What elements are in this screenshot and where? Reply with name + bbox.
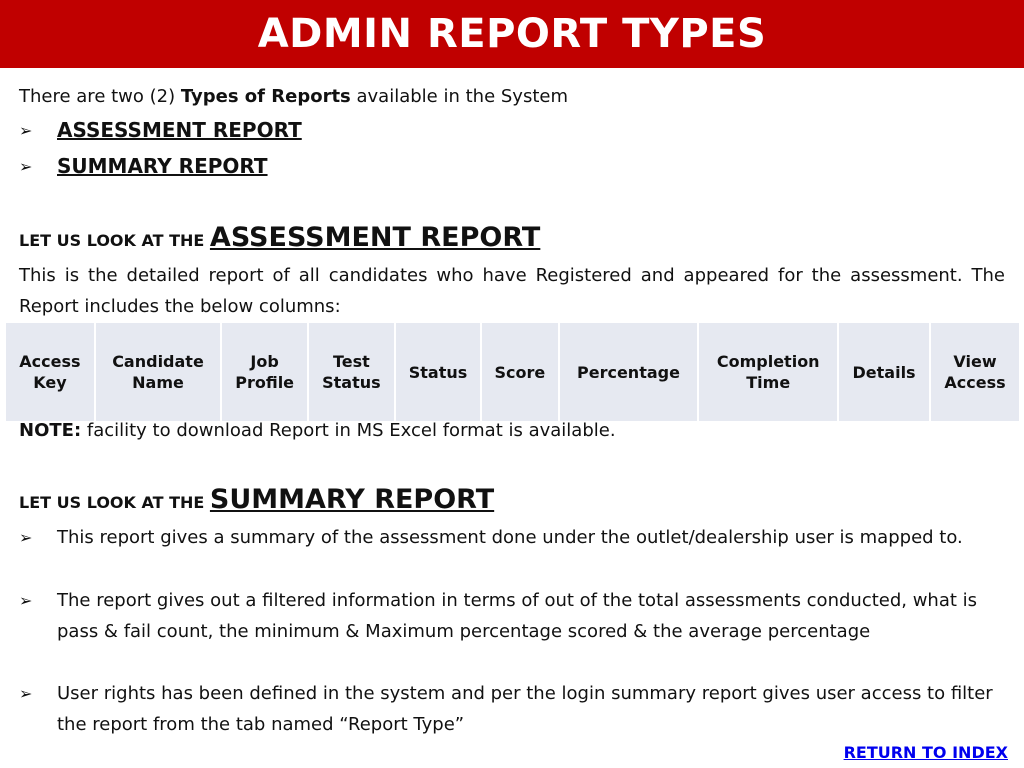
- note-label: NOTE:: [19, 420, 82, 441]
- assessment-description: This is the detailed report of all candi…: [19, 265, 1005, 317]
- note-text: facility to download Report in MS Excel …: [81, 420, 616, 441]
- return-to-index-link[interactable]: RETURN TO INDEX: [844, 743, 1008, 762]
- column-header-cell: Completion Time: [699, 323, 838, 421]
- summary-bullet: The report gives out a filtered informat…: [57, 590, 978, 642]
- columns-row: Access Key Candidate Name Job Profile Test Stat…: [6, 323, 1019, 421]
- column-header-text: Status: [408, 362, 468, 382]
- column-header-cell: Percentage: [559, 323, 698, 421]
- arrow-bullet-icon: ➢: [19, 528, 33, 547]
- column-header-text: Details: [852, 362, 916, 382]
- report-columns-table: Access Key Candidate Name Job Profile Test Stat…: [4, 323, 1021, 421]
- summary-bullet: User rights has been defined in the syst…: [57, 683, 993, 735]
- column-header-text: Status: [322, 373, 381, 392]
- column-header-cell: Score: [482, 323, 558, 421]
- column-header-cell: Status: [395, 323, 481, 421]
- assessment-title: ASSESSMENT REPORT: [209, 222, 541, 253]
- column-header-text: Time: [746, 373, 791, 392]
- arrow-bullet-icon: ➢: [19, 684, 33, 703]
- note: NOTE: facility to download Report in MS …: [19, 420, 616, 441]
- column-header-cell: Access Key: [6, 323, 94, 421]
- column-header-cell: Candidate Name: [95, 323, 221, 421]
- column-header-cell: View Access: [931, 323, 1019, 421]
- column-header-cell: Job Profile: [222, 323, 308, 421]
- summary-heading: LET US LOOK AT THE SUMMARY REPORT: [19, 484, 494, 515]
- column-header-cell: Test Status: [309, 323, 394, 421]
- arrow-bullet-icon: ➢: [19, 591, 33, 610]
- summary-title: SUMMARY REPORT: [209, 484, 495, 515]
- column-header-text: Key: [33, 373, 67, 392]
- column-header-text: Score: [494, 362, 546, 382]
- assessment-heading: LET US LOOK AT THE ASSESSMENT REPORT: [19, 222, 540, 253]
- arrow-bullet-icon: ➢: [19, 157, 33, 176]
- column-header-text: Test: [332, 352, 370, 371]
- intro-suffix: available in the System: [350, 86, 569, 107]
- column-header-text: Access: [944, 373, 1006, 392]
- column-header-text: Profile: [235, 373, 295, 392]
- page-title: ADMIN REPORT TYPES: [257, 11, 767, 57]
- heading-lead: LET US LOOK AT THE: [19, 231, 210, 250]
- intro-text: There are two (2) Types of Reports avail…: [19, 86, 568, 107]
- column-header-text: Name: [132, 373, 184, 392]
- column-header-text: View: [953, 352, 997, 371]
- column-header-text: Completion: [716, 352, 820, 371]
- title-banner: ADMIN REPORT TYPES: [0, 0, 1024, 68]
- arrow-bullet-icon: ➢: [19, 121, 33, 140]
- summary-report-link[interactable]: SUMMARY REPORT: [57, 154, 268, 178]
- column-header-cell: Details: [839, 323, 930, 421]
- assessment-report-link[interactable]: ASSESSMENT REPORT: [57, 118, 302, 142]
- intro-bold: Types of Reports: [180, 86, 351, 107]
- column-header-text: Percentage: [577, 362, 680, 382]
- heading-lead: LET US LOOK AT THE: [19, 493, 210, 512]
- column-header-text: Access: [19, 352, 81, 371]
- column-header-text: Candidate: [112, 352, 204, 371]
- intro-prefix: There are two (2): [19, 86, 181, 107]
- summary-bullet: This report gives a summary of the asses…: [57, 527, 963, 548]
- column-header-text: Job: [250, 352, 279, 371]
